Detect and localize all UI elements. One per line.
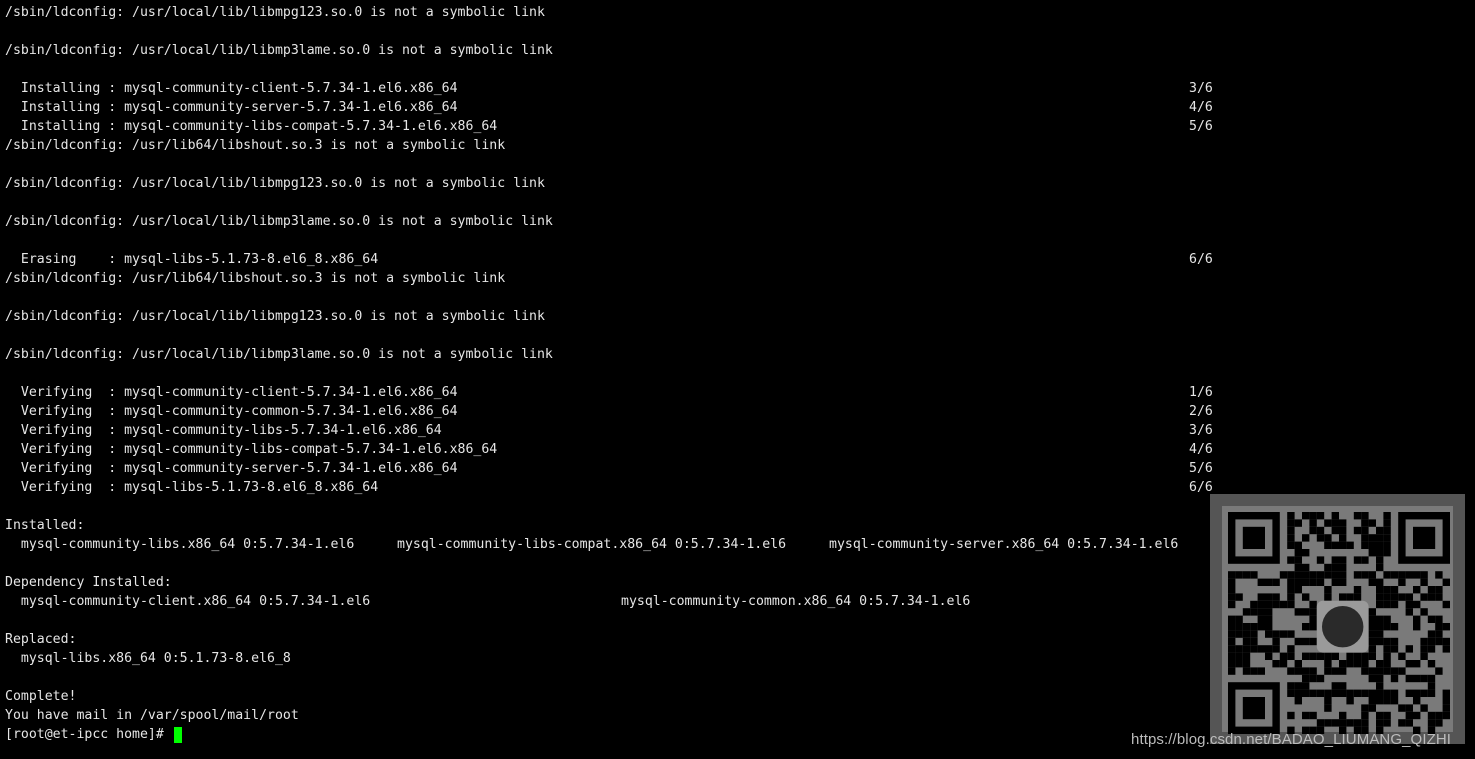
terminal-line-text: mysql-libs.x86_64 0:5.1.73-8.el6_8	[5, 651, 291, 666]
terminal-line: Installing : mysql-community-server-5.7.…	[5, 98, 1465, 117]
terminal-line: /sbin/ldconfig: /usr/lib64/libshout.so.3…	[5, 269, 1465, 288]
terminal-line-text: /sbin/ldconfig: /usr/local/lib/libmpg123…	[5, 176, 545, 191]
terminal-line-text: Installing : mysql-community-client-5.7.…	[5, 81, 458, 96]
progress-counter: 4/6	[1189, 442, 1213, 457]
package-column-entry: mysql-community-server.x86_64 0:5.7.34-1…	[829, 537, 1179, 552]
terminal-line-text: Erasing : mysql-libs-5.1.73-8.el6_8.x86_…	[5, 252, 379, 267]
progress-counter: 6/6	[1189, 252, 1213, 267]
terminal-line: /sbin/ldconfig: /usr/local/lib/libmp3lam…	[5, 41, 1465, 60]
terminal-line: Verifying : mysql-community-common-5.7.3…	[5, 402, 1465, 421]
terminal-line: Installing : mysql-community-libs-compat…	[5, 117, 1465, 136]
terminal-line-text: /sbin/ldconfig: /usr/local/lib/libmpg123…	[5, 309, 545, 324]
watermark-text: https://blog.csdn.net/BADAO_LIUMANG_QIZH…	[1131, 731, 1452, 748]
qr-code-icon	[1210, 494, 1465, 744]
terminal-line-text: /sbin/ldconfig: /usr/local/lib/libmp3lam…	[5, 214, 553, 229]
terminal-line-text: Installing : mysql-community-libs-compat…	[5, 119, 498, 134]
terminal-line-text: Replaced:	[5, 632, 77, 647]
terminal-line: Installing : mysql-community-client-5.7.…	[5, 79, 1465, 98]
terminal-line: /sbin/ldconfig: /usr/lib64/libshout.so.3…	[5, 136, 1465, 155]
terminal-line: Verifying : mysql-community-client-5.7.3…	[5, 383, 1465, 402]
terminal-line-text: Installing : mysql-community-server-5.7.…	[5, 100, 458, 115]
terminal-line-text: /sbin/ldconfig: /usr/local/lib/libmp3lam…	[5, 347, 553, 362]
progress-counter: 5/6	[1189, 461, 1213, 476]
terminal-line: /sbin/ldconfig: /usr/local/lib/libmp3lam…	[5, 212, 1465, 231]
progress-counter: 5/6	[1189, 119, 1213, 134]
terminal-line-text: Verifying : mysql-community-common-5.7.3…	[5, 404, 458, 419]
terminal-line-text: mysql-community-libs.x86_64 0:5.7.34-1.e…	[5, 537, 355, 552]
terminal-line-text: You have mail in /var/spool/mail/root	[5, 708, 299, 723]
terminal-line-text: mysql-community-client.x86_64 0:5.7.34-1…	[5, 594, 371, 609]
terminal-line-text: /sbin/ldconfig: /usr/local/lib/libmp3lam…	[5, 43, 553, 58]
terminal-line: Verifying : mysql-community-libs-5.7.34-…	[5, 421, 1465, 440]
terminal-line: /sbin/ldconfig: /usr/local/lib/libmpg123…	[5, 3, 1465, 22]
progress-counter: 2/6	[1189, 404, 1213, 419]
terminal-line: Erasing : mysql-libs-5.1.73-8.el6_8.x86_…	[5, 250, 1465, 269]
progress-counter: 1/6	[1189, 385, 1213, 400]
terminal-line: /sbin/ldconfig: /usr/local/lib/libmpg123…	[5, 307, 1465, 326]
terminal-line: Verifying : mysql-community-libs-compat-…	[5, 440, 1465, 459]
terminal-line-text: Verifying : mysql-community-libs-5.7.34-…	[5, 423, 442, 438]
terminal-line-text: /sbin/ldconfig: /usr/local/lib/libmpg123…	[5, 5, 545, 20]
terminal-line-text: Installed:	[5, 518, 85, 533]
terminal-line-text: [root@et-ipcc home]#	[5, 727, 172, 742]
terminal-line-text: Verifying : mysql-community-server-5.7.3…	[5, 461, 458, 476]
progress-counter: 4/6	[1189, 100, 1213, 115]
terminal-line-text: Verifying : mysql-libs-5.1.73-8.el6_8.x8…	[5, 480, 379, 495]
package-column-entry: mysql-community-common.x86_64 0:5.7.34-1…	[621, 594, 971, 609]
package-column-entry: mysql-community-libs-compat.x86_64 0:5.7…	[397, 537, 787, 552]
terminal-line: Verifying : mysql-community-server-5.7.3…	[5, 459, 1465, 478]
terminal-line-text: Complete!	[5, 689, 77, 704]
progress-counter: 3/6	[1189, 81, 1213, 96]
terminal-line-text: Dependency Installed:	[5, 575, 172, 590]
terminal-line: /sbin/ldconfig: /usr/local/lib/libmpg123…	[5, 174, 1465, 193]
terminal-line-text: /sbin/ldconfig: /usr/lib64/libshout.so.3…	[5, 271, 506, 286]
terminal-line-text: /sbin/ldconfig: /usr/lib64/libshout.so.3…	[5, 138, 506, 153]
terminal-line-text: Verifying : mysql-community-libs-compat-…	[5, 442, 498, 457]
terminal-line-text: Verifying : mysql-community-client-5.7.3…	[5, 385, 458, 400]
terminal-cursor	[174, 727, 182, 743]
terminal-line: /sbin/ldconfig: /usr/local/lib/libmp3lam…	[5, 345, 1465, 364]
progress-counter: 3/6	[1189, 423, 1213, 438]
